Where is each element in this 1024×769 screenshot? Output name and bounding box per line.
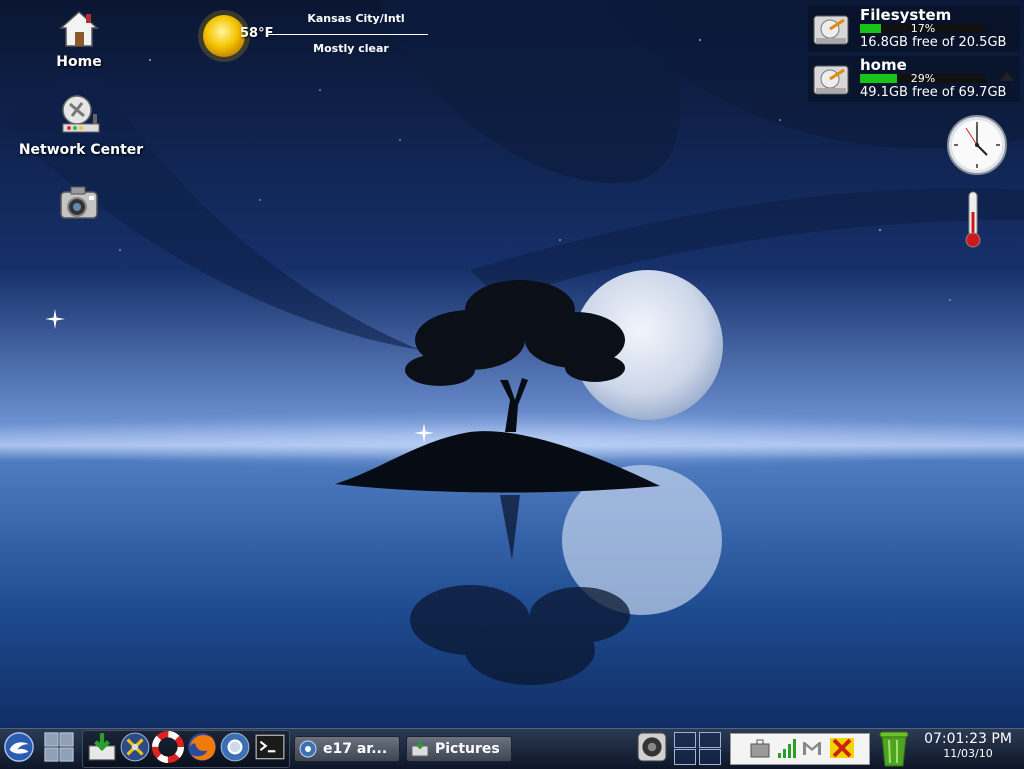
- firefox-icon[interactable]: [186, 731, 218, 763]
- terminal-icon[interactable]: [254, 731, 286, 763]
- network-center-icon: [62, 95, 100, 133]
- x-status-icon[interactable]: [829, 737, 855, 759]
- software-install-icon[interactable]: [86, 731, 118, 763]
- filesystem-percent: 17%: [910, 22, 936, 35]
- settings-tools-icon[interactable]: [119, 731, 151, 763]
- hard-drive-icon: [813, 15, 849, 45]
- sparkle-icon: [45, 309, 65, 329]
- lifesaver-help-icon[interactable]: [152, 731, 184, 763]
- pager-desktop[interactable]: [699, 732, 721, 748]
- pager-desktop[interactable]: [699, 749, 721, 765]
- weather-widget[interactable]: 58°F Kansas City/Intl Mostly clear: [196, 8, 436, 68]
- home-filesystem-gadget[interactable]: home 29% 49.1GB free of 69.7GB: [808, 56, 1020, 102]
- eject-icon[interactable]: [1000, 72, 1014, 81]
- weather-location: Kansas City/Intl: [307, 12, 405, 25]
- desktop-icon-label: Home: [56, 54, 102, 70]
- hard-drive-icon: [813, 65, 849, 95]
- taskbar-item-label: e17 ar...: [323, 741, 388, 757]
- desktop-grid-icon[interactable]: [43, 731, 75, 763]
- sparkle-icon: [414, 423, 434, 443]
- mail-icon[interactable]: [801, 737, 823, 759]
- pager-desktop[interactable]: [674, 732, 696, 748]
- taskbar-item-label: Pictures: [435, 741, 500, 757]
- filesystem-free: 16.8GB free of 20.5GB: [860, 35, 1007, 50]
- weather-condition: Mostly clear: [313, 42, 389, 55]
- desktop-icon-network-center[interactable]: Network Center: [16, 94, 146, 158]
- briefcase-icon[interactable]: [749, 737, 771, 759]
- weather-divider: [268, 34, 428, 35]
- analog-clock-icon[interactable]: [946, 114, 1008, 176]
- signal-icon[interactable]: [777, 737, 797, 759]
- desktop-wallpaper: [0, 0, 1024, 768]
- taskbar-clock[interactable]: 07:01:23 PM 11/03/10: [914, 730, 1022, 760]
- camera-icon: [60, 186, 98, 219]
- clock-time: 07:01:23 PM: [924, 731, 1012, 747]
- thermometer-icon[interactable]: [963, 190, 983, 248]
- start-menu-icon[interactable]: [3, 731, 35, 763]
- clock-date: 11/03/10: [943, 747, 993, 760]
- mixer-icon[interactable]: [636, 731, 668, 763]
- taskbar-item-pictures[interactable]: Pictures: [406, 736, 512, 762]
- taskbar-item-browser[interactable]: e17 ar...: [294, 736, 400, 762]
- desktop-icon-label: Network Center: [18, 142, 144, 158]
- system-tray: [730, 733, 870, 765]
- filesystem-percent: 29%: [910, 72, 936, 85]
- filesystem-gadget[interactable]: Filesystem 17% 16.8GB free of 20.5GB: [808, 6, 1020, 52]
- home-icon: [59, 10, 99, 47]
- browser-icon: [299, 740, 317, 758]
- trash-icon[interactable]: [877, 728, 911, 768]
- filesystem-free: 49.1GB free of 69.7GB: [860, 85, 1007, 100]
- pager-desktop[interactable]: [674, 749, 696, 765]
- folder-icon: [411, 740, 429, 757]
- desktop-icon-home[interactable]: Home: [14, 6, 144, 70]
- chromium-icon[interactable]: [219, 731, 251, 763]
- desktop-icon-camera[interactable]: [14, 182, 144, 226]
- virtual-desktop-pager[interactable]: [672, 730, 724, 766]
